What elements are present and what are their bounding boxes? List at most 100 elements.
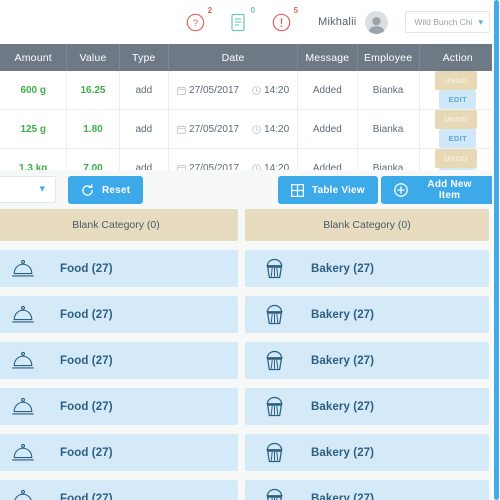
- undo-button[interactable]: UNDO: [434, 149, 477, 168]
- category-card-blank[interactable]: Blank Category (0): [245, 209, 489, 241]
- cell-date: 27/05/2017 14:20: [168, 71, 299, 110]
- column-header-action: Action: [419, 44, 496, 71]
- avatar[interactable]: [365, 10, 389, 34]
- cloche-icon: [12, 443, 34, 463]
- cell-value: 1.80: [66, 109, 120, 149]
- category-card[interactable]: Food (27): [0, 250, 238, 287]
- table-view-button[interactable]: Table View: [278, 176, 378, 204]
- cell-message: Added: [297, 71, 358, 110]
- cell-time-text: 14:20: [264, 84, 290, 96]
- category-label: Bakery (27): [311, 446, 375, 459]
- refresh-icon: [81, 183, 94, 197]
- cell-amount: 125 g: [0, 109, 68, 149]
- filter-select[interactable]: ▾: [0, 176, 56, 203]
- column-header-employee[interactable]: Employee: [357, 44, 420, 71]
- org-select-value: Wild Bunch Chi: [414, 17, 473, 27]
- reset-button-label: Reset: [102, 184, 131, 196]
- column-header-message[interactable]: Message: [297, 44, 358, 71]
- column-header-date[interactable]: Date: [168, 44, 299, 71]
- category-label: Food (27): [60, 262, 113, 275]
- top-header: ? 2 0 5 Mikhalii Wild Bunch Chi ▾: [0, 0, 500, 44]
- cloche-icon: [12, 305, 34, 325]
- undo-button[interactable]: UNDO: [434, 71, 477, 90]
- cupcake-icon: [263, 304, 285, 325]
- cupcake-icon: [263, 396, 285, 417]
- help-icon[interactable]: ? 2: [184, 7, 212, 33]
- add-new-item-button[interactable]: Add New Item: [381, 176, 496, 204]
- table-view-button-label: Table View: [312, 184, 365, 196]
- category-column-right: Blank Category (0) Bakery (27) Bakery (27)…: [245, 209, 489, 500]
- column-header-type[interactable]: Type: [119, 44, 170, 71]
- cell-type: add: [119, 109, 170, 149]
- edit-button[interactable]: EDIT: [439, 90, 477, 109]
- cell-date: 27/05/2017 14:20: [168, 109, 299, 149]
- category-blank-label: Blank Category (0): [72, 219, 160, 231]
- cloche-icon: [12, 259, 34, 279]
- category-card[interactable]: Bakery (27): [245, 388, 489, 425]
- category-label: Food (27): [60, 354, 113, 367]
- cloche-icon: [12, 397, 34, 417]
- category-column-left: Blank Category (0) Food (27) Food (27) Food…: [0, 209, 238, 500]
- cell-value: 16.25: [66, 71, 120, 110]
- cell-action: UNDOEDIT: [419, 71, 496, 110]
- document-icon-badge: 0: [250, 6, 256, 15]
- category-columns: Blank Category (0) Food (27) Food (27) Food…: [0, 209, 496, 500]
- calendar-icon: [177, 124, 186, 134]
- plus-circle-icon: [394, 183, 408, 197]
- grid-icon: [291, 183, 304, 197]
- category-card[interactable]: Food (27): [0, 434, 238, 471]
- org-select[interactable]: Wild Bunch Chi ▾: [405, 11, 490, 33]
- table-row[interactable]: 125 g 1.80 add 27/05/2017 14:20 Added Bianka UN…: [0, 109, 496, 149]
- cell-date-text: 27/05/2017: [189, 123, 240, 135]
- table-row[interactable]: 600 g 16.25 add 27/05/2017 14:20 Added Bianka U…: [0, 71, 496, 110]
- app-root: ? 2 0 5 Mikhalii Wild Bunch Chi ▾ Amount…: [0, 0, 500, 500]
- username-label: Mikhalii: [318, 16, 357, 28]
- toolbar: ▾ Reset Table View Add New Item: [0, 170, 496, 209]
- category-card-blank[interactable]: Blank Category (0): [0, 209, 238, 241]
- page-scrollbar-thumb[interactable]: [494, 0, 499, 500]
- category-card[interactable]: Bakery (27): [245, 296, 489, 333]
- calendar-icon: [177, 85, 186, 95]
- undo-button[interactable]: UNDO: [434, 110, 477, 129]
- category-card[interactable]: Bakery (27): [245, 342, 489, 379]
- cell-employee: Bianka: [357, 109, 420, 149]
- header-icon-group: ? 2 0 5: [184, 7, 298, 33]
- clock-icon: [252, 85, 261, 95]
- category-blank-label: Blank Category (0): [323, 219, 411, 231]
- reset-button[interactable]: Reset: [68, 176, 144, 204]
- category-label: Bakery (27): [311, 354, 375, 367]
- category-label: Bakery (27): [311, 262, 375, 275]
- document-icon[interactable]: 0: [227, 7, 255, 33]
- chevron-down-icon: ▾: [39, 183, 45, 195]
- category-label: Food (27): [60, 492, 113, 500]
- alert-icon-badge: 5: [293, 6, 299, 15]
- category-card[interactable]: Food (27): [0, 342, 238, 379]
- clock-icon: [252, 124, 261, 134]
- page-scrollbar-track[interactable]: [492, 0, 500, 500]
- cupcake-icon: [263, 442, 285, 463]
- cell-time-text: 14:20: [264, 123, 290, 135]
- category-card[interactable]: Bakery (27): [245, 480, 489, 500]
- cell-action: UNDOEDIT: [419, 109, 496, 149]
- column-header-amount[interactable]: Amount: [0, 44, 68, 71]
- category-label: Food (27): [60, 308, 113, 321]
- category-label: Food (27): [60, 446, 113, 459]
- svg-text:?: ?: [192, 18, 197, 29]
- category-card[interactable]: Food (27): [0, 388, 238, 425]
- category-label: Food (27): [60, 400, 113, 413]
- cupcake-icon: [263, 350, 285, 371]
- edit-button[interactable]: EDIT: [439, 129, 477, 148]
- cloche-icon: [12, 351, 34, 371]
- chevron-down-icon: ▾: [478, 16, 483, 27]
- table-header-row: Amount Value Type Date Message Employee …: [0, 44, 496, 71]
- category-card[interactable]: Bakery (27): [245, 250, 489, 287]
- category-card[interactable]: Food (27): [0, 296, 238, 333]
- alert-icon[interactable]: 5: [270, 7, 298, 33]
- category-card[interactable]: Bakery (27): [245, 434, 489, 471]
- cell-employee: Bianka: [357, 71, 420, 110]
- category-card[interactable]: Food (27): [0, 480, 238, 500]
- add-new-item-button-label: Add New Item: [427, 179, 472, 201]
- category-label: Bakery (27): [311, 400, 375, 413]
- column-header-value[interactable]: Value: [66, 44, 120, 71]
- cupcake-icon: [263, 258, 285, 279]
